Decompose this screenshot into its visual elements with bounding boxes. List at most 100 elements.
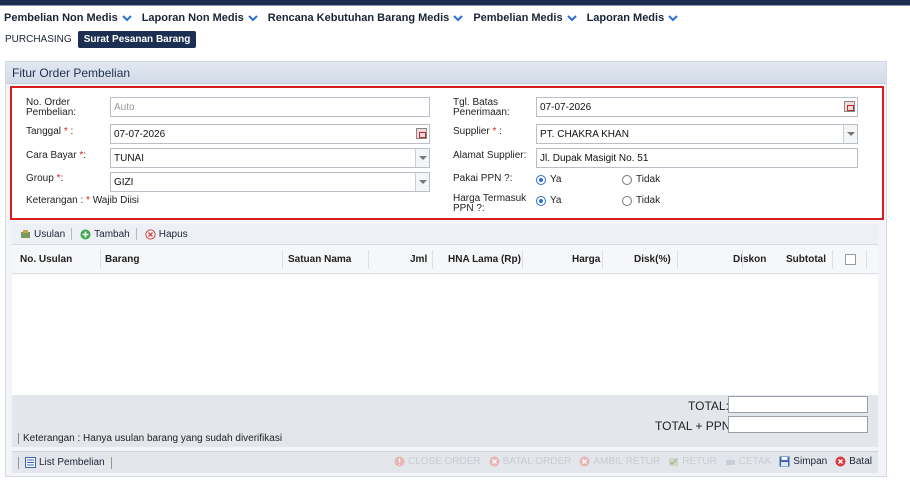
label-colon: : xyxy=(60,173,64,184)
close-order-button[interactable]: CLOSE ORDER xyxy=(394,456,481,467)
retur-button[interactable]: RETUR xyxy=(668,456,717,467)
total-field[interactable] xyxy=(728,396,868,413)
menu-rencana-kebutuhan[interactable]: Rencana Kebutuhan Barang Medis xyxy=(268,12,464,24)
hapus-label: Hapus xyxy=(158,228,188,240)
batal-label: Batal xyxy=(849,456,872,467)
tgl-batas-label: Tgl. Batas Penerimaan: xyxy=(453,97,510,118)
col-jml[interactable]: Jml xyxy=(410,254,427,265)
group-value: GIZI xyxy=(114,176,134,188)
grid-header: No. Usulan Barang Satuan Nama Jml HNA La… xyxy=(12,245,878,274)
col-hna-lama[interactable]: HNA Lama (Rp) xyxy=(448,254,521,265)
ambil-retur-label: AMBIL RETUR xyxy=(593,456,661,467)
menu-pembelian-medis[interactable]: Pembelian Medis xyxy=(473,12,577,24)
cara-bayar-select[interactable]: TUNAI xyxy=(110,148,430,168)
keterangan-suffix: Wajib Diisi xyxy=(92,195,140,206)
col-disk-persen[interactable]: Disk(%) xyxy=(634,254,671,265)
action-bar: List Pembelian CLOSE ORDER BATAL ORDER A… xyxy=(12,451,878,473)
toolbar-divider xyxy=(135,228,137,240)
retur-icon xyxy=(669,458,679,466)
harga-ppn-tidak[interactable]: Tidak xyxy=(622,195,660,206)
radio-checked-icon xyxy=(536,195,546,206)
cara-bayar-label: Cara Bayar *: xyxy=(26,151,86,161)
chevron-down-icon[interactable] xyxy=(415,149,429,167)
chevron-down-icon xyxy=(248,15,258,22)
warning-icon xyxy=(394,456,405,467)
harga-ppn-ya[interactable]: Ya xyxy=(536,195,562,206)
column-divider xyxy=(100,250,101,269)
tanggal-field[interactable]: 07-07-2026 xyxy=(110,124,430,144)
col-barang[interactable]: Barang xyxy=(105,254,139,265)
supplier-select[interactable]: PT. CHAKRA KHAN xyxy=(536,124,858,144)
keterangan-prefix: Keterangan : xyxy=(26,195,84,206)
pakai-ppn-tidak[interactable]: Tidak xyxy=(622,174,660,185)
breadcrumb: PURCHASING Surat Pesanan Barang xyxy=(5,30,197,49)
chevron-down-icon[interactable] xyxy=(415,173,429,191)
col-satuan-nama[interactable]: Satuan Nama xyxy=(288,254,351,265)
column-divider xyxy=(432,250,433,269)
calendar-icon[interactable] xyxy=(416,128,427,139)
supplier-label-text: Supplier xyxy=(453,126,490,137)
pakai-ppn-ya[interactable]: Ya xyxy=(536,174,562,185)
col-harga[interactable]: Harga xyxy=(572,254,600,265)
col-diskon[interactable]: Diskon xyxy=(733,254,766,265)
alamat-field[interactable]: Jl. Dupak Masigit No. 51 xyxy=(536,148,858,168)
hapus-button[interactable]: Hapus xyxy=(145,229,188,240)
menu-label: Pembelian Medis xyxy=(473,12,563,24)
calendar-icon[interactable] xyxy=(844,101,855,112)
save-icon xyxy=(779,456,790,467)
radio-label: Ya xyxy=(550,195,562,206)
menu-pembelian-non-medis[interactable]: Pembelian Non Medis xyxy=(4,12,132,24)
menu-laporan-non-medis[interactable]: Laporan Non Medis xyxy=(142,12,258,24)
radio-checked-icon xyxy=(536,174,546,185)
usulan-button[interactable]: Usulan xyxy=(20,229,65,240)
select-all-checkbox[interactable] xyxy=(845,254,856,265)
toolbar-divider xyxy=(71,228,73,240)
tgl-batas-field[interactable]: 07-07-2026 xyxy=(536,97,858,117)
column-divider xyxy=(677,250,678,269)
batal-button[interactable]: Batal xyxy=(835,456,872,467)
list-pembelian-label: List Pembelian xyxy=(39,457,105,468)
total-ppn-label: TOTAL + PPN: xyxy=(655,419,734,433)
harga-ppn-label: Harga Termasuk PPN ?: xyxy=(453,193,527,214)
chevron-down-icon[interactable] xyxy=(843,125,857,143)
label-colon: : xyxy=(499,126,502,137)
cetak-button[interactable]: CETAK xyxy=(725,456,771,467)
chevron-down-icon xyxy=(453,15,464,22)
panel-title: Fitur Order Pembelian xyxy=(6,62,886,84)
no-order-field[interactable]: Auto xyxy=(110,97,430,117)
breadcrumb-active-tab[interactable]: Surat Pesanan Barang xyxy=(77,31,197,48)
batal-order-button[interactable]: BATAL ORDER xyxy=(489,456,571,467)
close-order-label: CLOSE ORDER xyxy=(407,456,481,467)
col-no-usulan[interactable]: No. Usulan xyxy=(20,254,72,265)
tambah-button[interactable]: Tambah xyxy=(80,229,130,240)
radio-label: Tidak xyxy=(636,195,661,206)
tgl-batas-value: 07-07-2026 xyxy=(540,101,592,113)
total-ppn-field[interactable] xyxy=(728,416,868,433)
grid-body xyxy=(12,275,878,395)
label-colon: : xyxy=(70,126,74,137)
breadcrumb-root[interactable]: PURCHASING xyxy=(5,34,72,45)
tanggal-value: 07-07-2026 xyxy=(114,128,166,140)
totals-section: TOTAL: TOTAL + PPN: Keterangan : Hanya u… xyxy=(12,395,878,447)
group-label: Group *: xyxy=(26,174,63,184)
cara-bayar-label-text: Cara Bayar xyxy=(26,150,77,161)
retur-label: RETUR xyxy=(682,456,717,467)
list-pembelian-button[interactable]: List Pembelian xyxy=(18,456,112,469)
no-order-label: No. Order Pembelian: xyxy=(26,97,77,118)
ambil-retur-button[interactable]: AMBIL RETUR xyxy=(579,456,660,467)
simpan-button[interactable]: Simpan xyxy=(779,456,827,467)
radio-label: Tidak xyxy=(636,174,661,185)
total-label: TOTAL: xyxy=(688,399,729,413)
col-subtotal[interactable]: Subtotal xyxy=(786,254,826,265)
menu-laporan-medis[interactable]: Laporan Medis xyxy=(587,12,679,24)
action-buttons: CLOSE ORDER BATAL ORDER AMBIL RETUR RETU… xyxy=(386,456,872,467)
chevron-down-icon xyxy=(121,15,132,22)
menu-label: Laporan Non Medis xyxy=(141,12,244,24)
order-form: No. Order Pembelian: Auto Tanggal * : 07… xyxy=(10,86,884,220)
column-divider xyxy=(522,250,523,269)
radio-unchecked-icon xyxy=(622,195,632,206)
group-select[interactable]: GIZI xyxy=(110,172,430,192)
add-icon xyxy=(80,229,91,239)
radio-label: Ya xyxy=(550,174,562,185)
usulan-label: Usulan xyxy=(34,228,66,240)
